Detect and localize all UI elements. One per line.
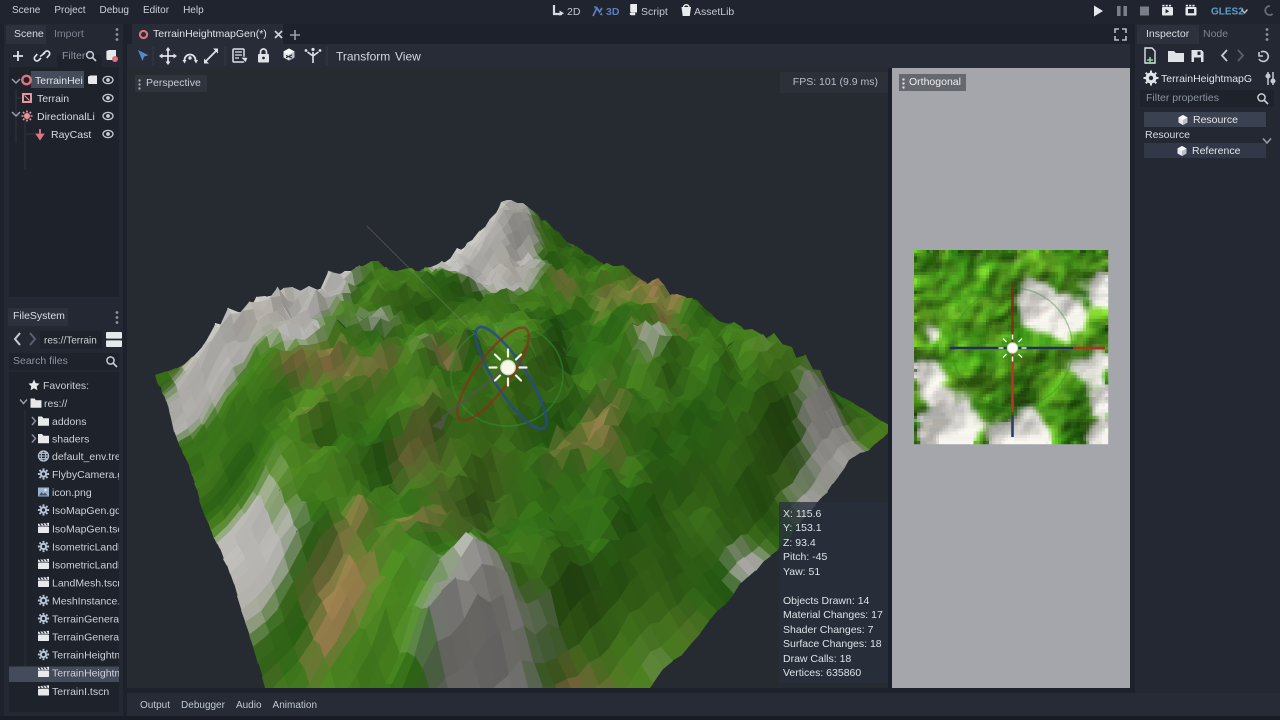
svg-text:2D: 2D (567, 6, 581, 18)
svg-text:addons: addons (52, 416, 86, 428)
svg-text:TerrainHeightm: TerrainHeightm (52, 649, 119, 661)
svg-text:TerrainHeightmapG: TerrainHeightmapG (1161, 73, 1252, 85)
svg-text:GLES2: GLES2 (1211, 7, 1244, 18)
svg-text:TerrainGenerati: TerrainGenerati (52, 613, 119, 625)
svg-text:shaders: shaders (52, 433, 89, 445)
svg-text:View: View (395, 50, 421, 64)
svg-text:Filter: Filter (62, 50, 86, 62)
svg-text:DirectionalLi: DirectionalLi (37, 111, 95, 123)
svg-text:Favorites:: Favorites: (43, 380, 89, 392)
svg-text:TerrainI.tscn: TerrainI.tscn (52, 686, 109, 698)
svg-text:Transform: Transform (336, 50, 390, 64)
svg-text:res://Terrain: res://Terrain (44, 336, 97, 347)
svg-text:default_env.tres: default_env.tres (52, 451, 119, 463)
svg-text:Script: Script (641, 6, 668, 18)
svg-text:Terrain: Terrain (37, 93, 69, 105)
svg-text:TerrainHeightm: TerrainHeightm (52, 667, 119, 679)
svg-text:IsometricLandM: IsometricLandM (52, 559, 119, 571)
svg-text:FlybyCamera.gd: FlybyCamera.gd (52, 469, 119, 481)
svg-text:IsometricLandM: IsometricLandM (52, 541, 119, 553)
svg-text:icon.png: icon.png (52, 487, 92, 499)
svg-text:MeshInstance.g: MeshInstance.g (52, 595, 119, 607)
svg-text:IsoMapGen.tscn: IsoMapGen.tscn (52, 523, 119, 535)
svg-text:IsoMapGen.gd: IsoMapGen.gd (52, 505, 119, 517)
svg-text:AssetLib: AssetLib (694, 6, 734, 18)
svg-text:LandMesh.tscn: LandMesh.tscn (52, 577, 119, 589)
svg-text:TerrainHei: TerrainHei (35, 75, 83, 87)
svg-text:RayCast: RayCast (51, 129, 91, 141)
svg-text:res://: res:// (44, 398, 67, 410)
svg-text:3D: 3D (606, 6, 620, 18)
svg-text:TerrainGenerati: TerrainGenerati (52, 631, 119, 643)
